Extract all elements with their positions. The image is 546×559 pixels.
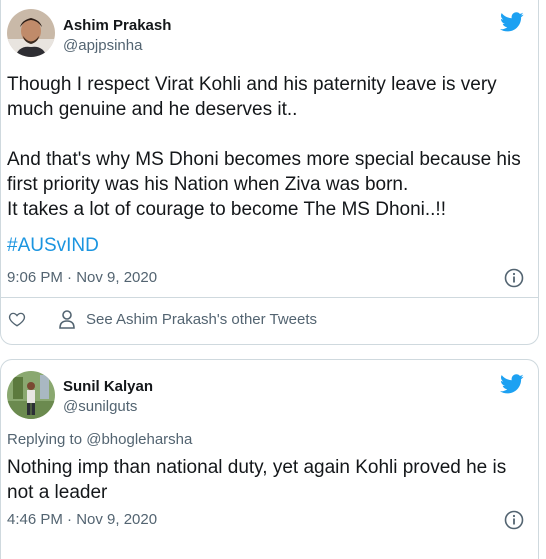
- tweet-text-line: It takes a lot of courage to become The …: [7, 199, 446, 220]
- tweet-text-line: not a leader: [7, 482, 108, 503]
- profile-tweets-link[interactable]: See Ashim Prakash's other Tweets: [86, 311, 317, 328]
- tweet-text-line: much genuine and he deserves it..: [7, 99, 298, 120]
- info-icon[interactable]: [504, 510, 524, 530]
- author-name[interactable]: Sunil Kalyan: [63, 378, 153, 395]
- avatar[interactable]: [7, 371, 55, 419]
- tweet-timestamp[interactable]: 4:46 PM · Nov 9, 2020: [7, 511, 157, 528]
- tweet-text-line: first priority was his Nation when Ziva …: [7, 174, 409, 195]
- tweet-text: Nothing imp than national duty, yet agai…: [7, 455, 506, 505]
- author-handle[interactable]: @sunilguts: [63, 398, 137, 415]
- twitter-bird-icon[interactable]: [500, 10, 524, 34]
- tweet-text-line: [7, 122, 521, 147]
- author-name[interactable]: Ashim Prakash: [63, 17, 171, 34]
- heart-icon[interactable]: [8, 310, 26, 328]
- tweet-card: Ashim Prakash @apjpsinha Though I respec…: [0, 0, 539, 345]
- divider: [1, 297, 538, 298]
- avatar[interactable]: [7, 9, 55, 57]
- person-icon: [59, 310, 75, 329]
- twitter-bird-icon[interactable]: [500, 372, 524, 396]
- tweet-text: Though I respect Virat Kohli and his pat…: [7, 72, 521, 258]
- tweet-text-line: Nothing imp than national duty, yet agai…: [7, 457, 507, 478]
- replying-to-label: Replying to: [7, 431, 83, 448]
- author-handle[interactable]: @apjpsinha: [63, 37, 142, 54]
- replying-to: Replying to @bhogleharsha: [7, 431, 192, 448]
- info-icon[interactable]: [504, 268, 524, 288]
- replying-to-handle[interactable]: @bhogleharsha: [86, 431, 192, 448]
- hashtag-link[interactable]: #AUSvIND: [7, 233, 521, 258]
- tweet-timestamp[interactable]: 9:06 PM · Nov 9, 2020: [7, 269, 157, 286]
- tweet-text-line: Though I respect Virat Kohli and his pat…: [7, 74, 497, 95]
- tweet-card: Sunil Kalyan @sunilguts Replying to @bho…: [0, 359, 539, 559]
- tweet-text-line: And that's why MS Dhoni becomes more spe…: [7, 149, 521, 170]
